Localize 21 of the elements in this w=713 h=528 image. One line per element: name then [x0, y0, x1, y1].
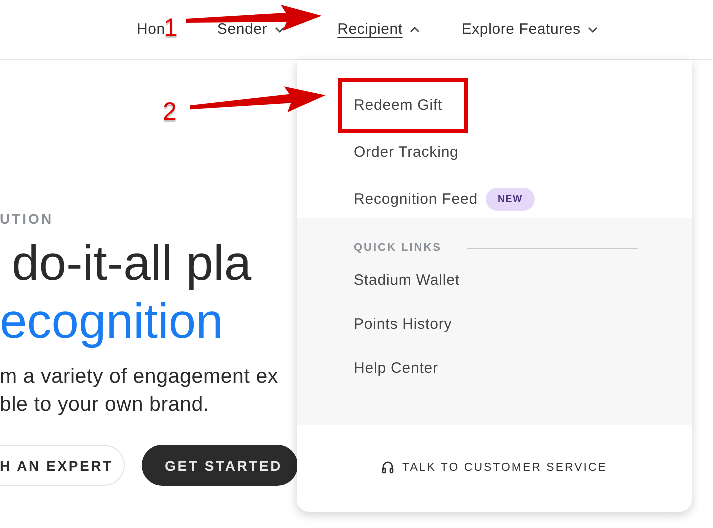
nav-link[interactable]: Sender [217, 21, 285, 38]
menu-item[interactable]: Help Center [354, 360, 638, 404]
nav-link[interactable]: Hon [137, 21, 166, 38]
nav-link[interactable]: Explore Features [462, 21, 598, 38]
section-heading: QUICK LINKS [354, 242, 442, 254]
eyebrow-text: UTION [0, 211, 54, 227]
heading-text: ecognition [0, 294, 224, 351]
annotation-number: 1 [164, 15, 178, 41]
annotation-number: 2 [163, 99, 177, 125]
nav-link[interactable]: Recipient [338, 21, 420, 38]
description-text: m a variety of engagement ex ble to your own brand. [0, 364, 278, 418]
new-badge: NEW [486, 188, 536, 211]
heading-text: do-it-all pla [11, 236, 252, 293]
get-started-button[interactable]: GET STARTED [142, 445, 298, 486]
menu-item[interactable]: Recognition Feed [354, 191, 478, 208]
expert-button[interactable]: H AN EXPERT [0, 445, 125, 486]
menu-item[interactable]: Order Tracking [354, 144, 459, 161]
menu-item[interactable]: Redeem Gift [354, 97, 443, 114]
menu-item[interactable]: Points History [354, 316, 638, 360]
customer-service-link[interactable]: TALK TO CUSTOMER SERVICE [382, 461, 608, 474]
menu-item[interactable]: Stadium Wallet [354, 272, 638, 316]
